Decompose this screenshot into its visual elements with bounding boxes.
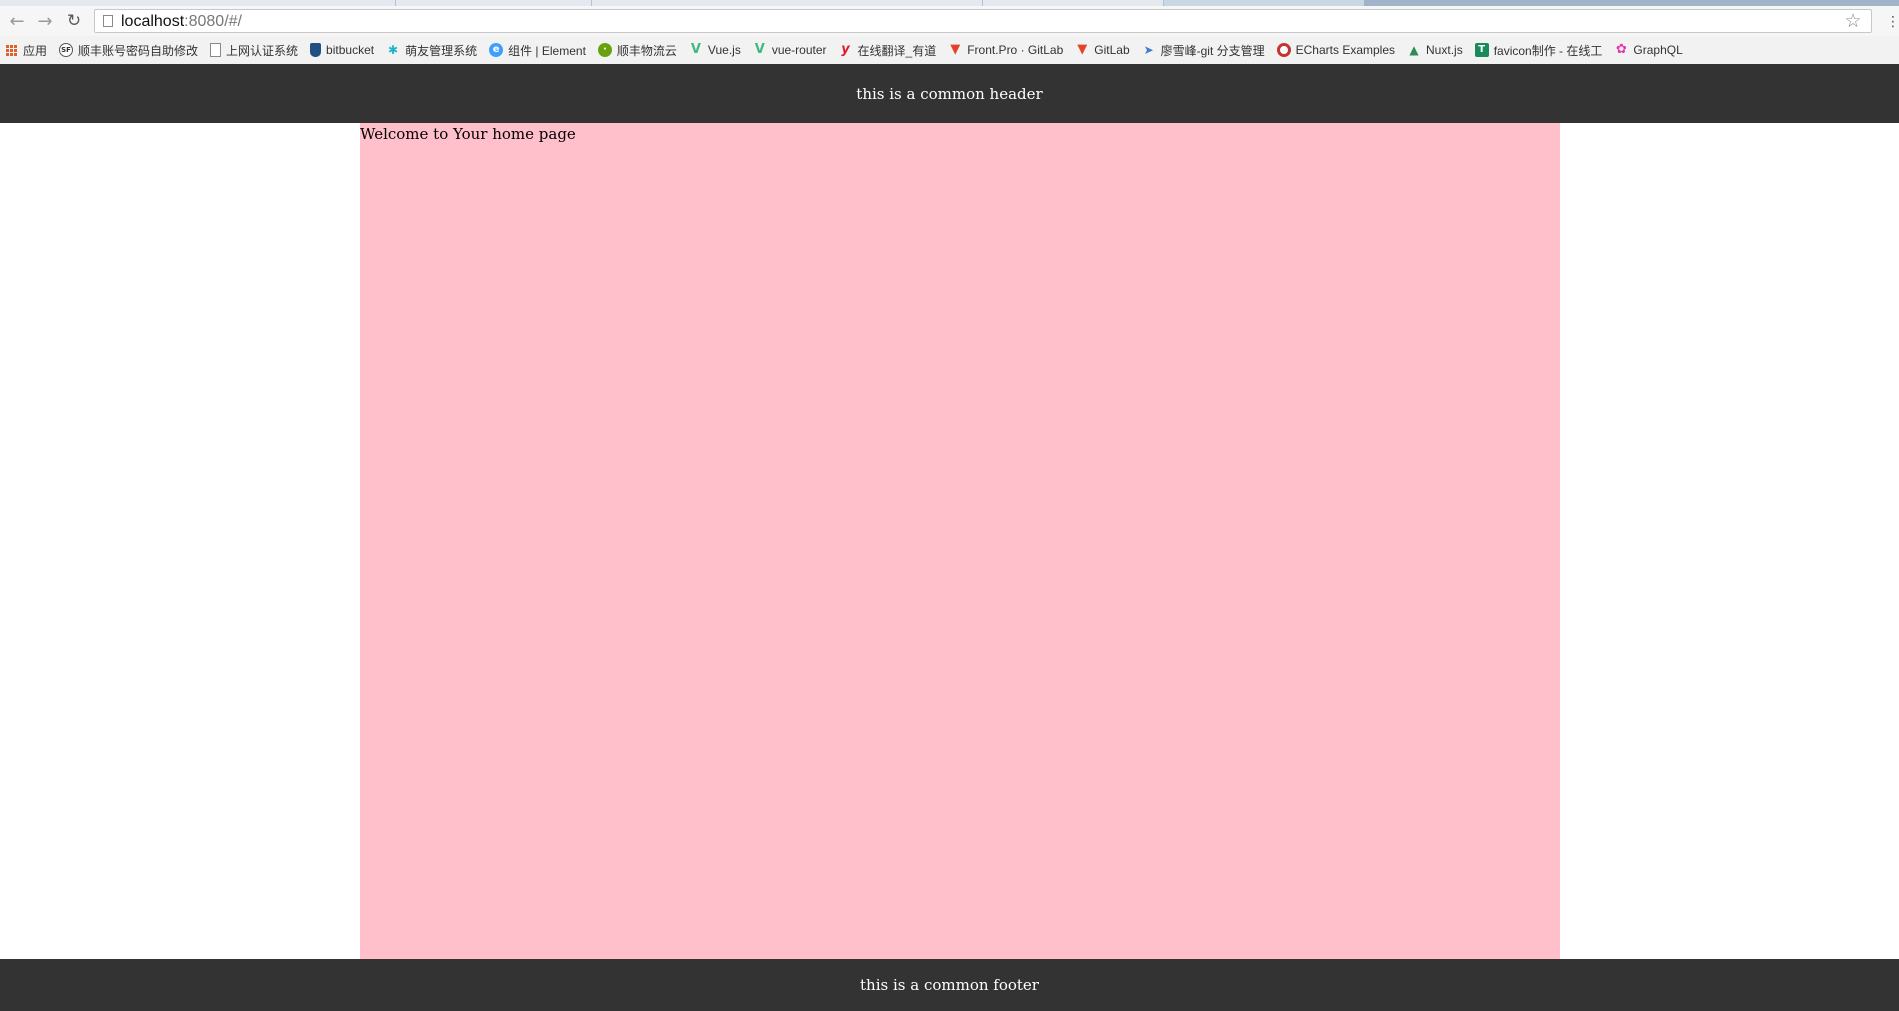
browser-toolbar: ← → ↻ localhost:8080/#/ ☆ ⋮ bbox=[0, 6, 1899, 36]
bookmark-auth-system[interactable]: 上网认证系统 bbox=[210, 39, 298, 61]
bookmark-label: 在线翻译_有道 bbox=[857, 43, 937, 58]
bookmark-favicon[interactable]: T favicon制作 - 在线工 bbox=[1474, 39, 1603, 61]
bookmark-youdao[interactable]: y 在线翻译_有道 bbox=[839, 39, 937, 61]
bookmark-label: vue-router bbox=[771, 43, 827, 57]
bookmark-label: Nuxt.js bbox=[1426, 43, 1463, 57]
bookmark-gitlab[interactable]: ▼ GitLab bbox=[1075, 39, 1129, 61]
sf-icon: SF bbox=[59, 43, 74, 57]
bookmark-label: bitbucket bbox=[326, 43, 375, 57]
common-footer: this is a common footer bbox=[0, 959, 1899, 1011]
welcome-text: Welcome to Your home page bbox=[360, 125, 576, 143]
bookmark-liaoxuefeng-git[interactable]: ➤ 廖雪峰-git 分支管理 bbox=[1142, 39, 1265, 61]
rocket-icon: ➤ bbox=[1143, 43, 1154, 57]
bookmark-label: 应用 bbox=[23, 43, 48, 58]
bookmark-label: 廖雪峰-git 分支管理 bbox=[1160, 43, 1265, 58]
bookmarks-bar: 应用 SF 顺丰账号密码自助修改 上网认证系统 bitbucket ✱ 萌友管理… bbox=[0, 37, 1899, 63]
home-content: Welcome to Your home page bbox=[360, 123, 1560, 959]
youdao-icon: y bbox=[841, 42, 850, 57]
vue-icon: V bbox=[754, 42, 765, 57]
gitlab-icon: ▼ bbox=[950, 42, 961, 57]
bookmark-frontpro-gitlab[interactable]: ▼ Front.Pro · GitLab bbox=[948, 39, 1063, 61]
arrow-left-icon[interactable]: ← bbox=[6, 10, 28, 32]
url-text[interactable]: localhost:8080/#/ bbox=[121, 12, 242, 32]
bookmark-label: 萌友管理系统 bbox=[405, 43, 478, 58]
footer-text: this is a common footer bbox=[860, 976, 1039, 994]
reload-icon[interactable]: ↻ bbox=[63, 10, 85, 32]
bookmark-label: Front.Pro · GitLab bbox=[967, 43, 1064, 57]
menu-icon[interactable]: ⋮ bbox=[1886, 14, 1899, 30]
bookmark-nuxtjs[interactable]: ▲ Nuxt.js bbox=[1407, 39, 1463, 61]
bookmark-element[interactable]: e 组件 | Element bbox=[489, 39, 586, 61]
bitbucket-icon bbox=[310, 43, 322, 57]
apps-grid-icon bbox=[6, 44, 17, 56]
bookmark-apps[interactable]: 应用 bbox=[6, 39, 47, 61]
page-icon bbox=[210, 43, 222, 57]
bookmark-label: 顺丰物流云 bbox=[616, 43, 677, 58]
page-body: Welcome to Your home page bbox=[0, 123, 1899, 959]
graphql-icon: ✿ bbox=[1615, 42, 1627, 57]
favicon-icon: T bbox=[1474, 43, 1489, 57]
vue-icon: V bbox=[690, 42, 701, 57]
url-path: :8080/#/ bbox=[184, 13, 242, 30]
cloud-icon: · bbox=[597, 43, 612, 57]
bookmark-echarts[interactable]: ECharts Examples bbox=[1276, 39, 1396, 61]
bookmark-label: 顺丰账号密码自助修改 bbox=[78, 43, 199, 58]
bookmark-bitbucket[interactable]: bitbucket bbox=[310, 39, 374, 61]
bookmark-graphql[interactable]: ✿ GraphQL bbox=[1614, 39, 1683, 61]
star-icon[interactable]: ☆ bbox=[1843, 10, 1863, 32]
bookmark-label: GitLab bbox=[1094, 43, 1130, 57]
bookmark-sf-password[interactable]: SF 顺丰账号密码自助修改 bbox=[59, 39, 198, 61]
arrow-right-icon[interactable]: → bbox=[34, 10, 56, 32]
bookmark-vue-router[interactable]: V vue-router bbox=[753, 39, 827, 61]
browser-chrome: ← → ↻ localhost:8080/#/ ☆ ⋮ 应用 SF 顺丰账号密码… bbox=[0, 0, 1899, 65]
address-bar[interactable]: localhost:8080/#/ ☆ bbox=[94, 9, 1872, 33]
page-icon bbox=[103, 15, 113, 27]
common-header: this is a common header bbox=[0, 64, 1899, 123]
bookmark-label: 上网认证系统 bbox=[226, 43, 299, 58]
bookmark-label: 组件 | Element bbox=[508, 43, 586, 58]
tree-icon: ✱ bbox=[388, 43, 399, 57]
header-text: this is a common header bbox=[856, 84, 1043, 103]
nuxt-icon: ▲ bbox=[1409, 43, 1419, 57]
bookmark-label: Vue.js bbox=[707, 43, 741, 57]
element-icon: e bbox=[489, 43, 504, 57]
bookmark-mengyou[interactable]: ✱ 萌友管理系统 bbox=[386, 39, 477, 61]
echarts-icon bbox=[1276, 43, 1291, 57]
bookmark-label: GraphQL bbox=[1633, 43, 1683, 57]
bookmark-sf-cloud[interactable]: · 顺丰物流云 bbox=[597, 39, 677, 61]
gitlab-icon: ▼ bbox=[1077, 42, 1088, 57]
bookmark-label: favicon制作 - 在线工 bbox=[1493, 43, 1603, 58]
bookmark-label: ECharts Examples bbox=[1295, 43, 1396, 57]
url-host: localhost bbox=[121, 13, 185, 30]
bookmark-vuejs[interactable]: V Vue.js bbox=[689, 39, 741, 61]
